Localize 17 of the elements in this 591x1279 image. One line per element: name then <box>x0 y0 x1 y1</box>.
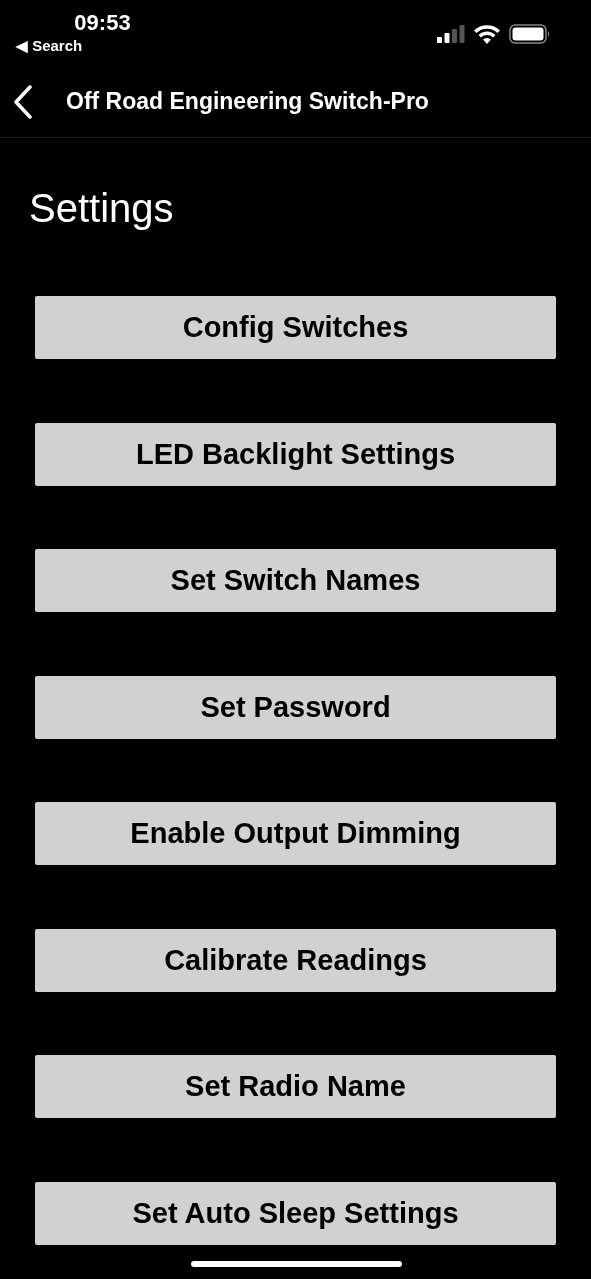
wifi-icon <box>474 24 500 44</box>
chevron-left-icon <box>13 84 33 119</box>
settings-button[interactable]: LED Backlight Settings <box>35 422 556 486</box>
page-title: Settings <box>28 185 175 232</box>
settings-button[interactable]: Set Switch Names <box>35 549 556 612</box>
settings-button[interactable]: Enable Output Dimming <box>35 802 556 865</box>
settings-button[interactable]: Set Auto Sleep Settings <box>35 1181 556 1245</box>
battery-icon <box>509 24 551 44</box>
settings-button[interactable]: Set Password <box>35 675 556 739</box>
back-button[interactable] <box>13 84 33 119</box>
settings-button[interactable]: Config Switches <box>35 296 556 359</box>
nav-title: Off Road Engineering Switch-Pro <box>66 88 429 115</box>
signal-icon <box>437 25 465 43</box>
status-time: 09:53 <box>74 10 131 36</box>
settings-button[interactable]: Calibrate Readings <box>35 928 556 992</box>
back-to-search-link[interactable]: ◀ Search <box>16 36 83 56</box>
settings-button[interactable]: Set Radio Name <box>35 1055 556 1118</box>
